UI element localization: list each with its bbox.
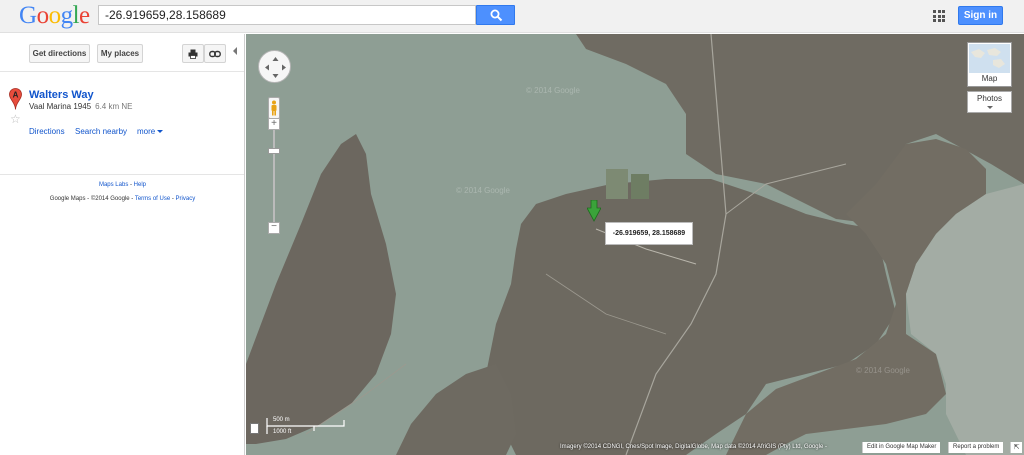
map-watermark: © 2014 Google — [456, 186, 510, 195]
google-maps-text: Google Maps — [49, 196, 86, 202]
google-logo[interactable]: Google — [19, 1, 90, 31]
search-nearby-link[interactable]: Search nearby — [75, 127, 127, 136]
photos-label: Photos — [977, 94, 1002, 103]
divider — [0, 71, 244, 72]
divider — [0, 174, 244, 175]
link-icon — [209, 50, 221, 58]
logo-letter: o — [36, 2, 50, 29]
maps-labs-link[interactable]: Maps Labs — [99, 182, 128, 188]
left-panel: Get directions My places A ☆ Walters Way… — [0, 34, 245, 455]
collapse-panel-icon[interactable] — [233, 47, 237, 55]
logo-letter: g — [60, 2, 74, 29]
zoom-out-button[interactable]: − — [268, 222, 280, 234]
privacy-link[interactable]: Privacy — [176, 196, 196, 202]
map-attribution: Imagery ©2014 CDNGI, Cnes/Spot Image, Di… — [560, 444, 827, 450]
zoom-slider-thumb[interactable] — [268, 148, 280, 154]
directions-link[interactable]: Directions — [29, 127, 65, 136]
my-places-button[interactable]: My places — [97, 44, 143, 63]
coordinate-label: -26.919659, 28.158689 — [605, 222, 693, 245]
logo-letter: G — [19, 2, 37, 29]
map-type-button[interactable]: Map — [967, 42, 1012, 87]
map-thumbnail-icon — [969, 44, 1010, 73]
help-link[interactable]: Help — [134, 182, 146, 188]
place-address: Vaal Marina 1945 6.4 km NE — [29, 102, 132, 111]
map-canvas[interactable]: © 2014 Google © 2014 Google © 2014 Googl… — [246, 34, 1024, 455]
place-name-link[interactable]: Walters Way — [29, 89, 94, 101]
report-problem-link[interactable]: Report a problem — [948, 442, 1004, 453]
distance-text: 6.4 km NE — [95, 102, 133, 111]
more-label: more — [137, 127, 156, 136]
top-bar: Google -26.919659,28.158689 Sign in — [0, 0, 1024, 33]
scale-imperial: 1000 ft — [273, 429, 292, 435]
footer-links: Maps Labs - Help — [0, 182, 245, 188]
apps-grid-icon[interactable] — [933, 10, 945, 22]
scale-metric: 500 m — [273, 417, 290, 423]
copyright-text: ©2014 Google — [90, 196, 130, 202]
logo-letter: e — [79, 2, 90, 29]
pan-control[interactable] — [258, 50, 291, 83]
zoom-slider-track[interactable] — [273, 130, 275, 226]
more-dropdown[interactable]: more — [137, 127, 163, 136]
search-icon — [490, 9, 503, 22]
map-watermark: © 2014 Google — [526, 86, 580, 95]
pegman-icon[interactable] — [268, 97, 280, 119]
scale-bar[interactable]: 500 m 1000 ft — [266, 416, 346, 436]
print-icon — [188, 49, 198, 59]
marker-a-icon[interactable]: A — [9, 88, 22, 110]
pan-arrows-icon — [265, 57, 286, 78]
link-button[interactable] — [204, 44, 226, 63]
search-input[interactable]: -26.919659,28.158689 — [98, 5, 476, 25]
address-text: Vaal Marina 1945 — [29, 102, 92, 111]
chevron-down-icon — [987, 106, 993, 109]
print-button[interactable] — [182, 44, 204, 63]
logo-letter: o — [48, 2, 62, 29]
location-pin-icon[interactable] — [587, 200, 601, 222]
footer-legal: Google Maps - ©2014 Google - Terms of Us… — [0, 196, 245, 202]
edit-in-map-maker-link[interactable]: Edit in Google Map Maker — [862, 442, 941, 453]
scale-toggle-icon[interactable] — [250, 423, 259, 434]
map-watermark: © 2014 Google — [856, 366, 910, 375]
star-icon[interactable]: ☆ — [10, 112, 21, 126]
svg-text:A: A — [13, 91, 19, 100]
photos-dropdown[interactable]: Photos — [967, 91, 1012, 113]
zoom-in-button[interactable]: + — [268, 118, 280, 130]
sign-in-button[interactable]: Sign in — [958, 6, 1003, 25]
terms-link[interactable]: Terms of Use — [135, 196, 170, 202]
map-type-label: Map — [981, 74, 998, 83]
expand-icon[interactable]: ⇱ — [1010, 442, 1022, 453]
search-button[interactable] — [476, 5, 515, 25]
get-directions-button[interactable]: Get directions — [29, 44, 90, 63]
